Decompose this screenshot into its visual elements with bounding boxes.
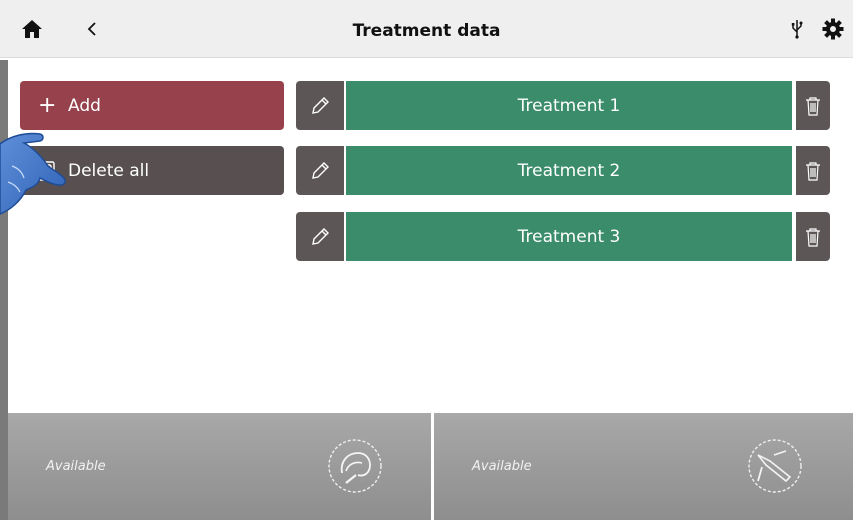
device-panel-left[interactable]: Available	[8, 413, 431, 520]
applicator-icon	[748, 439, 802, 493]
edit-button[interactable]	[296, 146, 344, 195]
plus-icon: +	[38, 92, 57, 118]
delete-button[interactable]	[796, 81, 830, 130]
treatment-item[interactable]: Treatment 1	[346, 81, 792, 130]
treatment-row: Treatment 1	[296, 81, 830, 130]
treatment-item[interactable]: Treatment 3	[346, 212, 792, 261]
edit-button[interactable]	[296, 212, 344, 261]
gear-icon[interactable]	[820, 0, 846, 58]
device-panel-right[interactable]: Available	[434, 413, 853, 520]
status-label: Available	[46, 459, 106, 474]
delete-button[interactable]	[796, 146, 830, 195]
treatment-row: Treatment 2	[296, 146, 830, 195]
handpiece-icon	[328, 439, 382, 493]
delete-button[interactable]	[796, 212, 830, 261]
status-label: Available	[472, 459, 532, 474]
treatment-data-screen: Treatment data + Add Delete all Treatmen…	[0, 0, 853, 520]
treatment-row: Treatment 3	[296, 212, 830, 261]
pencil-icon	[312, 161, 329, 179]
trash-icon	[806, 161, 820, 181]
usb-icon	[788, 0, 806, 58]
add-button[interactable]: + Add	[20, 81, 284, 130]
page-title: Treatment data	[352, 21, 501, 41]
trash-icon	[806, 96, 820, 116]
edit-button[interactable]	[296, 81, 344, 130]
pointing-hand-cursor	[0, 132, 66, 215]
treatment-item[interactable]: Treatment 2	[346, 146, 792, 195]
pencil-icon	[312, 227, 329, 245]
delete-all-label: Delete all	[68, 160, 150, 181]
top-bar: Treatment data	[0, 0, 853, 58]
add-label: Add	[68, 95, 101, 116]
pencil-icon	[312, 96, 329, 114]
trash-icon	[806, 227, 820, 247]
